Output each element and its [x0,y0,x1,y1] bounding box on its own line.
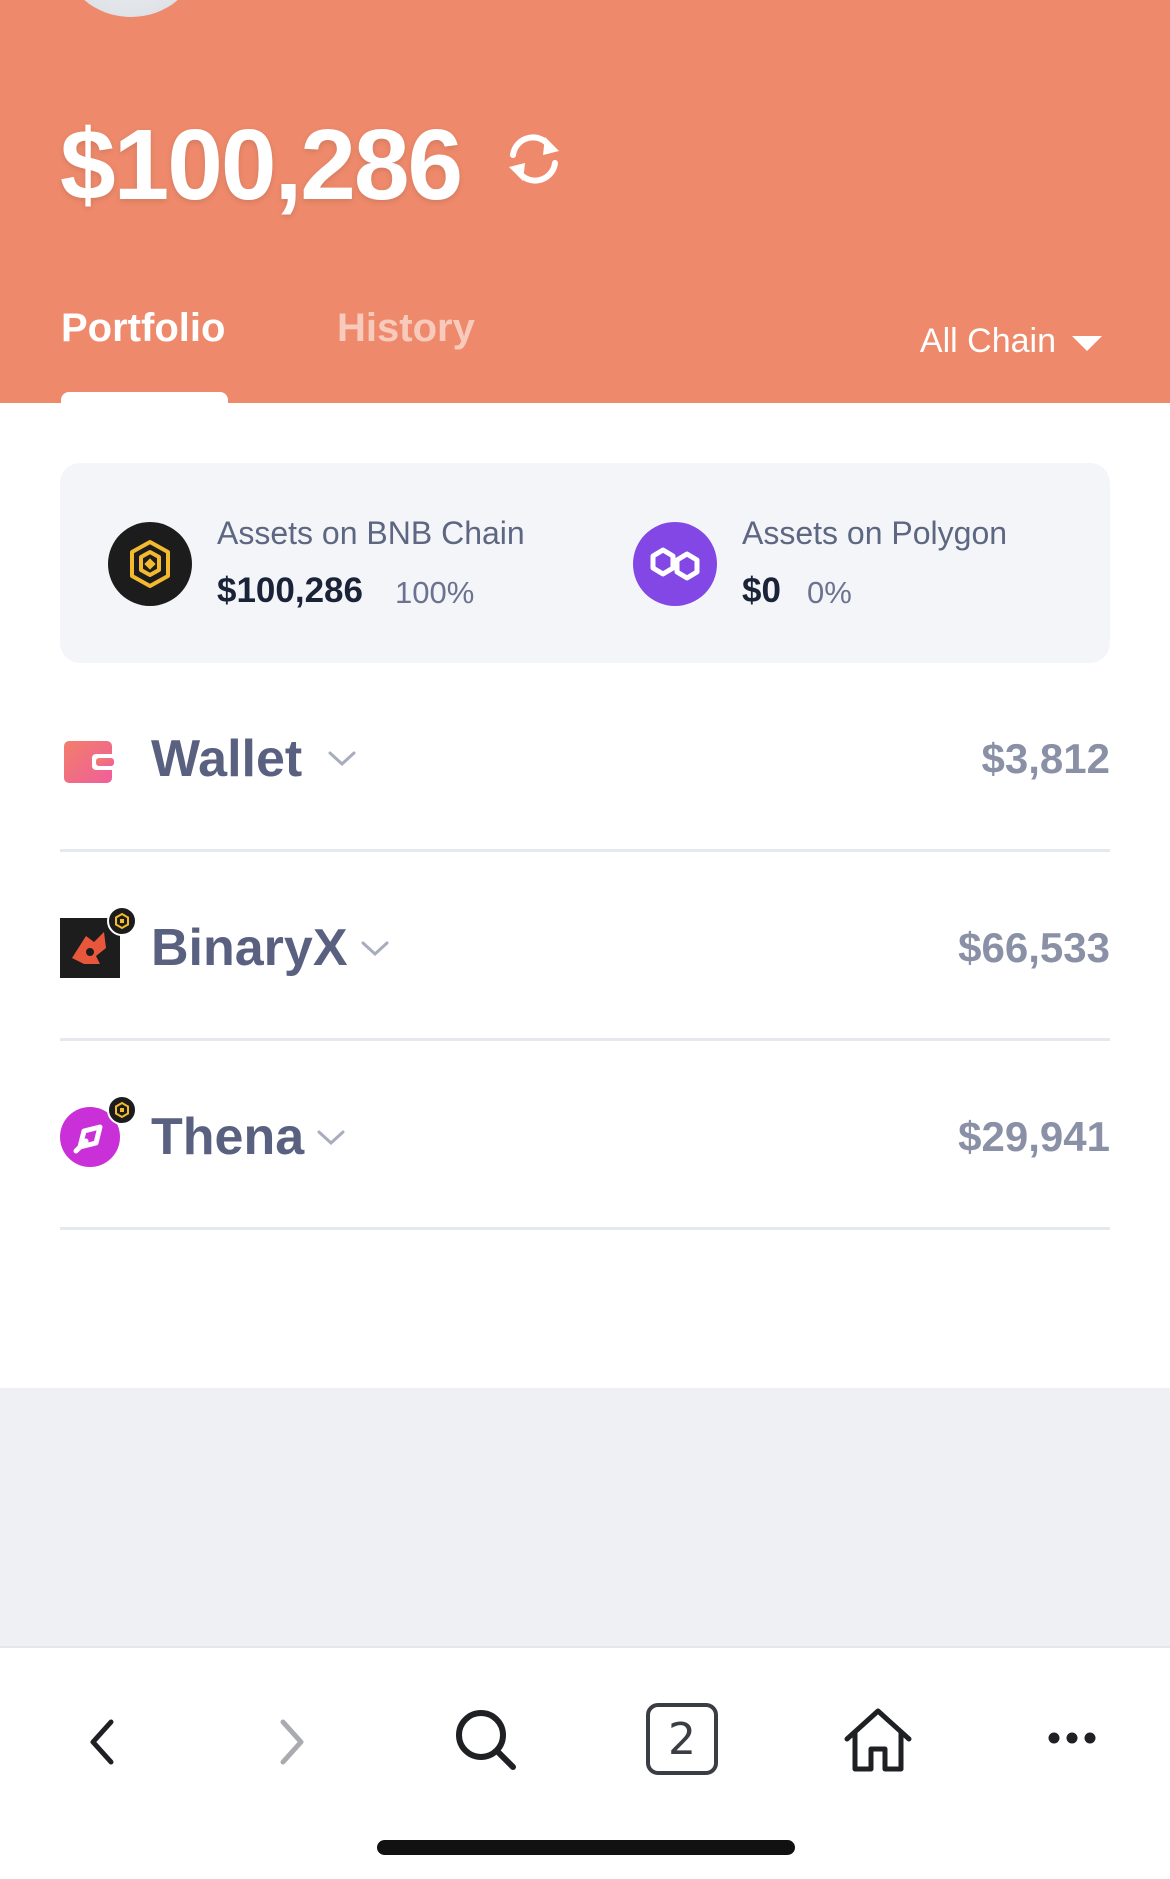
chain-summary-card: Assets on BNB Chain $100,286 100% Assets… [60,463,1110,663]
chain-percent: 100% [395,575,475,610]
back-button[interactable] [72,1702,132,1782]
home-icon [844,1708,912,1772]
protocol-row-wallet[interactable]: Wallet $3,812 [60,663,1110,852]
forward-button[interactable] [262,1702,322,1782]
chain-item-polygon[interactable]: Assets on Polygon $0 0% [585,463,1105,663]
chevron-down-icon[interactable] [327,750,357,768]
polygon-icon [633,522,717,606]
more-button[interactable] [1040,1708,1104,1768]
active-tab-indicator [61,392,228,403]
search-button[interactable] [450,1700,522,1780]
chain-filter-dropdown[interactable]: All Chain [920,322,1102,361]
refresh-icon[interactable] [505,133,563,185]
wallet-icon [64,741,116,783]
bnb-chain-badge-icon [107,906,137,936]
chain-filter-label: All Chain [919,322,1056,360]
protocol-name: Thena [151,1108,305,1166]
home-indicator[interactable] [377,1840,795,1855]
tabs-icon: 2 [646,1703,718,1775]
protocol-value: $66,533 [958,924,1110,971]
chain-value: $100,286 [217,571,363,610]
chevron-down-icon[interactable] [360,940,390,958]
tab-portfolio[interactable]: Portfolio [61,306,225,351]
protocol-row-thena[interactable]: Thena $29,941 [60,1041,1110,1230]
protocol-row-binaryx[interactable]: BinaryX $66,533 [60,852,1110,1041]
page-background-footer [0,1388,1170,1646]
chain-item-bnb[interactable]: Assets on BNB Chain $100,286 100% [60,463,580,663]
caret-down-icon [1072,336,1102,351]
back-icon [90,1719,114,1765]
chain-label: Assets on Polygon [742,515,1008,551]
chain-percent: 0% [807,575,852,610]
forward-icon [280,1719,304,1765]
tabs-button[interactable]: 2 [646,1703,718,1775]
protocol-name: Wallet [151,730,303,788]
protocol-name: BinaryX [151,919,348,977]
bnb-chain-icon [108,522,192,606]
chain-label: Assets on BNB Chain [217,515,525,551]
more-icon [1048,1732,1096,1744]
portfolio-header: $100,286 Portfolio History All Chain [0,0,1170,403]
search-icon [456,1710,516,1770]
protocol-value: $29,941 [958,1113,1110,1160]
chevron-down-icon[interactable] [316,1129,346,1147]
chain-value: $0 [742,571,781,610]
protocol-value: $3,812 [981,735,1110,782]
total-balance: $100,286 [60,109,463,221]
avatar[interactable] [66,0,196,17]
home-button[interactable] [842,1700,914,1780]
tab-history[interactable]: History [337,306,475,351]
bnb-chain-badge-icon [107,1095,137,1125]
